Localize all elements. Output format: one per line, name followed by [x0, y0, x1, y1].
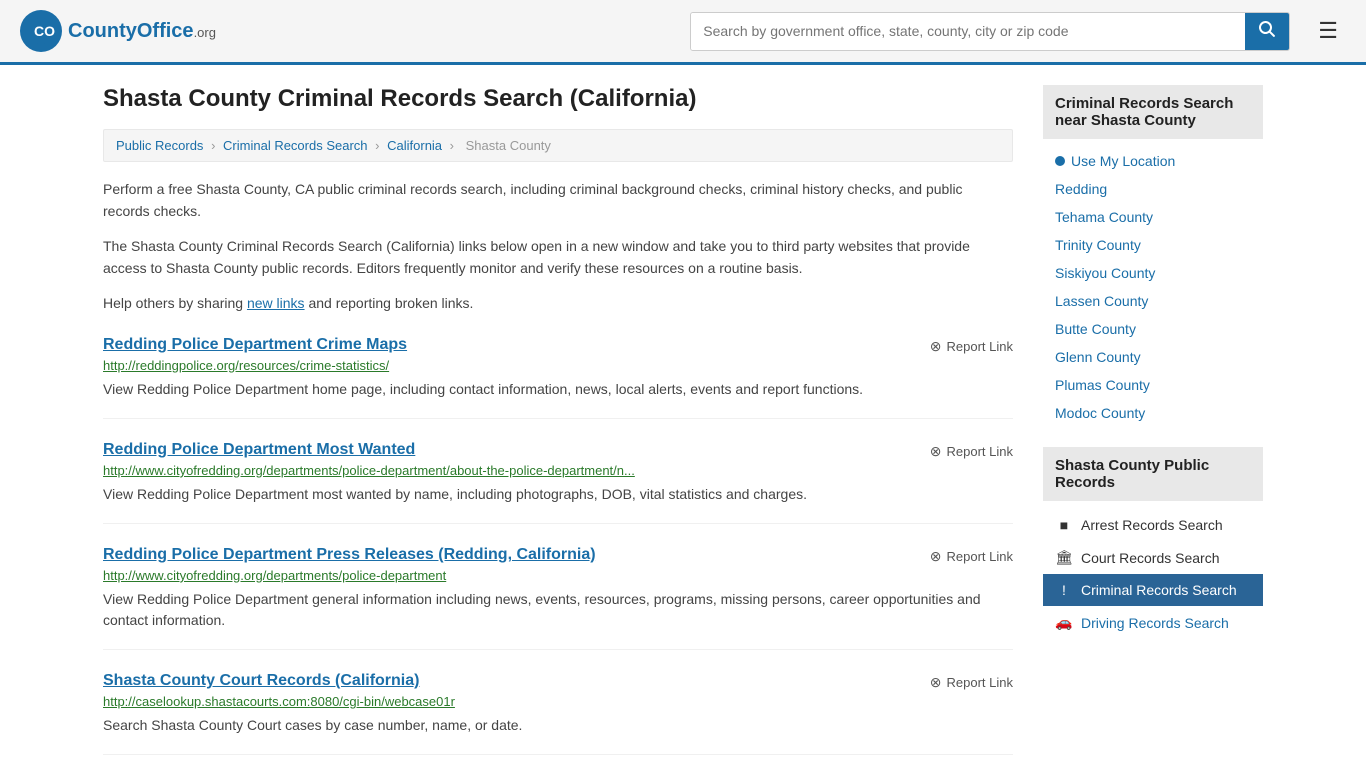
sidebar-link-lassen[interactable]: Lassen County: [1043, 287, 1263, 315]
breadcrumb: Public Records › Criminal Records Search…: [103, 129, 1013, 162]
description-3: Help others by sharing new links and rep…: [103, 292, 1013, 314]
sidebar-link-trinity[interactable]: Trinity County: [1043, 231, 1263, 259]
sidebar-nearby: Criminal Records Search near Shasta Coun…: [1043, 85, 1263, 427]
breadcrumb-sep-2: ›: [375, 138, 379, 153]
main-content: Shasta County Criminal Records Search (C…: [103, 85, 1013, 755]
result-url-4[interactable]: http://caselookup.shastacourts.com:8080/…: [103, 694, 1013, 709]
result-desc-1: View Redding Police Department home page…: [103, 379, 1013, 400]
description-2: The Shasta County Criminal Records Searc…: [103, 235, 1013, 280]
sidebar-court-records[interactable]: 🏛 Court Records Search: [1043, 541, 1263, 574]
result-url-3[interactable]: http://www.cityofredding.org/departments…: [103, 568, 1013, 583]
sidebar-link-modoc[interactable]: Modoc County: [1043, 399, 1263, 427]
result-header-4: Shasta County Court Records (California)…: [103, 672, 1013, 694]
search-button[interactable]: [1245, 13, 1289, 50]
criminal-records-label: Criminal Records Search: [1081, 582, 1237, 598]
location-dot-icon: [1055, 156, 1065, 166]
court-records-icon: 🏛: [1055, 549, 1073, 566]
sidebar-link-plumas[interactable]: Plumas County: [1043, 371, 1263, 399]
result-item-1: Redding Police Department Crime Maps ⊗ R…: [103, 336, 1013, 419]
breadcrumb-shasta: Shasta County: [466, 138, 551, 153]
page-title: Shasta County Criminal Records Search (C…: [103, 85, 1013, 113]
result-url-2[interactable]: http://www.cityofredding.org/departments…: [103, 463, 1013, 478]
report-link-1[interactable]: ⊗ Report Link: [930, 338, 1013, 355]
breadcrumb-criminal-records[interactable]: Criminal Records Search: [223, 138, 368, 153]
result-header-2: Redding Police Department Most Wanted ⊗ …: [103, 441, 1013, 463]
search-bar: [690, 12, 1290, 51]
breadcrumb-sep-1: ›: [211, 138, 215, 153]
sidebar-nearby-header: Criminal Records Search near Shasta Coun…: [1043, 85, 1263, 139]
result-title-2[interactable]: Redding Police Department Most Wanted: [103, 441, 415, 459]
result-title-4[interactable]: Shasta County Court Records (California): [103, 672, 419, 690]
court-records-link[interactable]: Court Records Search: [1081, 550, 1220, 566]
breadcrumb-sep-3: ›: [450, 138, 454, 153]
report-icon-3: ⊗: [930, 548, 942, 565]
report-icon-4: ⊗: [930, 674, 942, 691]
sidebar-public-records-header: Shasta County Public Records: [1043, 447, 1263, 501]
result-header-1: Redding Police Department Crime Maps ⊗ R…: [103, 336, 1013, 358]
breadcrumb-public-records[interactable]: Public Records: [116, 138, 203, 153]
header: CO CountyOffice.org ☰: [0, 0, 1366, 65]
report-link-4[interactable]: ⊗ Report Link: [930, 674, 1013, 691]
arrest-records-icon: ■: [1055, 517, 1073, 533]
result-header-3: Redding Police Department Press Releases…: [103, 546, 1013, 568]
sidebar: Criminal Records Search near Shasta Coun…: [1043, 85, 1263, 755]
sidebar-driving-records[interactable]: 🚗 Driving Records Search: [1043, 606, 1263, 639]
sidebar-link-glenn[interactable]: Glenn County: [1043, 343, 1263, 371]
sidebar-use-location[interactable]: Use My Location: [1043, 147, 1263, 175]
sidebar-link-redding[interactable]: Redding: [1043, 175, 1263, 203]
description-1: Perform a free Shasta County, CA public …: [103, 178, 1013, 223]
search-input[interactable]: [691, 13, 1245, 50]
logo-text: CountyOffice.org: [68, 20, 216, 43]
result-item-2: Redding Police Department Most Wanted ⊗ …: [103, 441, 1013, 524]
result-url-1[interactable]: http://reddingpolice.org/resources/crime…: [103, 358, 1013, 373]
breadcrumb-california[interactable]: California: [387, 138, 442, 153]
report-link-2[interactable]: ⊗ Report Link: [930, 443, 1013, 460]
result-desc-4: Search Shasta County Court cases by case…: [103, 715, 1013, 736]
result-title-1[interactable]: Redding Police Department Crime Maps: [103, 336, 407, 354]
menu-button[interactable]: ☰: [1310, 14, 1346, 48]
sidebar-criminal-records[interactable]: ! Criminal Records Search: [1043, 574, 1263, 606]
sidebar-link-butte[interactable]: Butte County: [1043, 315, 1263, 343]
result-title-3[interactable]: Redding Police Department Press Releases…: [103, 546, 596, 564]
criminal-records-icon: !: [1055, 582, 1073, 598]
svg-text:CO: CO: [34, 23, 55, 39]
report-icon-2: ⊗: [930, 443, 942, 460]
sidebar-link-tehama[interactable]: Tehama County: [1043, 203, 1263, 231]
arrest-records-link[interactable]: Arrest Records Search: [1081, 517, 1223, 533]
result-item-4: Shasta County Court Records (California)…: [103, 672, 1013, 755]
main-container: Shasta County Criminal Records Search (C…: [83, 65, 1283, 775]
sidebar-arrest-records[interactable]: ■ Arrest Records Search: [1043, 509, 1263, 541]
new-links-link[interactable]: new links: [247, 295, 305, 311]
sidebar-link-siskiyou[interactable]: Siskiyou County: [1043, 259, 1263, 287]
report-link-3[interactable]: ⊗ Report Link: [930, 548, 1013, 565]
result-item-3: Redding Police Department Press Releases…: [103, 546, 1013, 650]
result-desc-2: View Redding Police Department most want…: [103, 484, 1013, 505]
driving-records-link[interactable]: Driving Records Search: [1081, 615, 1229, 631]
logo[interactable]: CO CountyOffice.org: [20, 10, 216, 52]
sidebar-public-records: Shasta County Public Records ■ Arrest Re…: [1043, 447, 1263, 639]
driving-records-icon: 🚗: [1055, 614, 1073, 631]
report-icon-1: ⊗: [930, 338, 942, 355]
logo-icon: CO: [20, 10, 62, 52]
result-desc-3: View Redding Police Department general i…: [103, 589, 1013, 631]
